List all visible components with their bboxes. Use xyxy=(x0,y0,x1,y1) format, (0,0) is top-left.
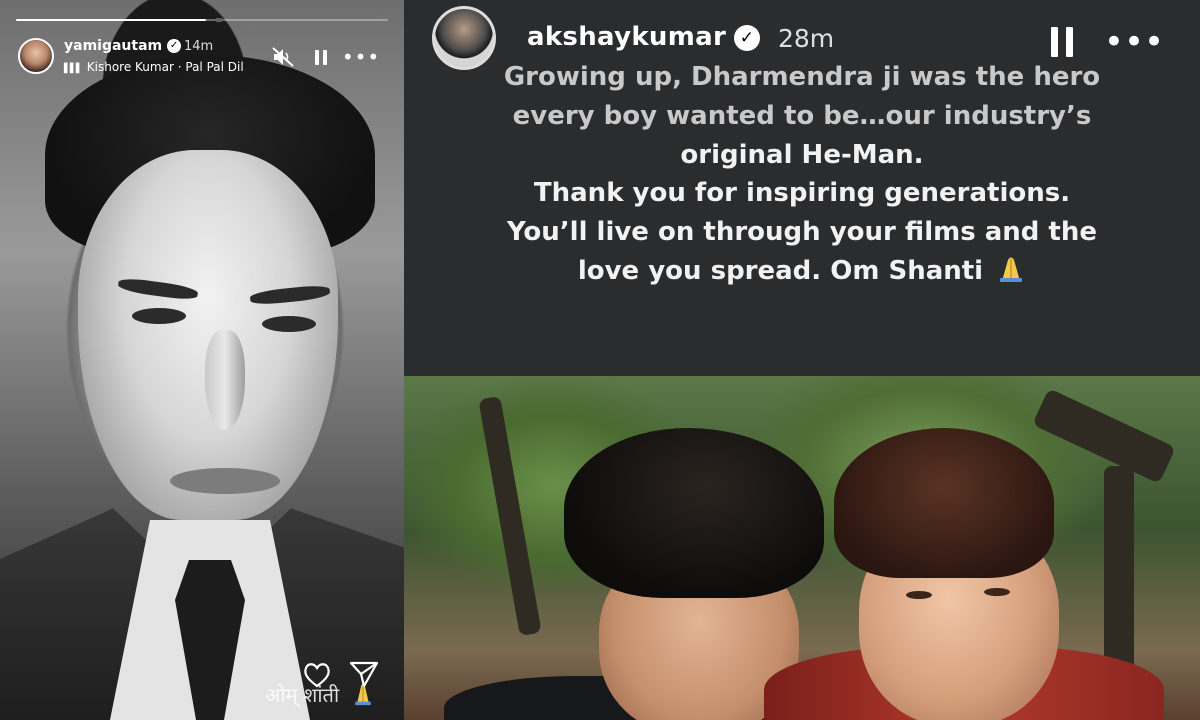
photo-nose xyxy=(205,330,245,430)
story-right[interactable]: akshaykumar ✓ 28m ••• Growing up, Dharmen… xyxy=(404,0,1200,720)
music-sticker[interactable]: ▌▌▌ Kishore Kumar · Pal Pal Dil xyxy=(64,60,244,74)
verified-badge-icon: ✓ xyxy=(167,39,182,53)
photo-eye-left xyxy=(132,308,186,324)
music-artist: Kishore Kumar xyxy=(86,60,174,74)
timestamp: 28m xyxy=(778,24,835,53)
music-bars-icon: ▌▌▌ xyxy=(64,64,83,74)
photo-tree-trunk xyxy=(478,395,542,637)
quote-line: love you spread. Om Shanti xyxy=(577,255,984,286)
username[interactable]: yamigautam ✓ xyxy=(64,38,182,54)
quote-line: every boy wanted to be…our industry’s xyxy=(512,100,1092,131)
story-photo xyxy=(404,376,1200,720)
quote-line: You’ll live on through your films and th… xyxy=(506,217,1098,248)
photo-person-a-hair xyxy=(564,428,824,598)
send-icon[interactable] xyxy=(348,658,380,690)
quote-line: Thank you for inspiring generations. xyxy=(533,178,1071,209)
pause-icon[interactable] xyxy=(310,46,332,68)
photo-mouth xyxy=(170,468,280,494)
quote-line: Growing up, Dharmendra ji was the hero xyxy=(503,62,1101,92)
story-header-left: yamigautam ✓ 14m ▌▌▌ Kishore Kumar · Pal P… xyxy=(18,36,392,80)
story-text-panel: akshaykumar ✓ 28m ••• Growing up, Dharmen… xyxy=(404,0,1200,376)
heart-icon[interactable] xyxy=(302,660,332,690)
prayer-emoji xyxy=(1000,257,1023,282)
mute-icon[interactable] xyxy=(270,44,296,70)
more-icon[interactable]: ••• xyxy=(1104,24,1164,60)
photo-portrait-face xyxy=(78,150,338,520)
pause-icon[interactable] xyxy=(1044,24,1080,60)
more-icon[interactable]: ••• xyxy=(342,44,379,70)
music-separator: · xyxy=(177,60,182,74)
quote-line: original He-Man. xyxy=(680,139,924,170)
story-quote-text: Growing up, Dharmendra ji was the hero e… xyxy=(404,58,1200,291)
username-text[interactable]: yamigautam xyxy=(64,38,162,54)
username[interactable]: akshaykumar ✓ xyxy=(527,22,761,52)
photo-person-b-hair xyxy=(834,428,1054,578)
photo-eye xyxy=(984,588,1010,596)
story-left[interactable]: yamigautam ✓ 14m ▌▌▌ Kishore Kumar · Pal P… xyxy=(0,0,404,720)
verified-badge-icon: ✓ xyxy=(734,24,761,51)
quote-line-last: love you spread. Om Shanti xyxy=(404,252,1200,291)
photo-eye xyxy=(906,591,932,599)
story-progress-fill xyxy=(16,19,206,21)
story-progress-gap xyxy=(216,18,222,22)
story-progress-bar xyxy=(16,18,388,22)
music-song: Pal Pal Dil xyxy=(185,60,244,74)
photo-eye-right xyxy=(262,316,316,332)
timestamp: 14m xyxy=(184,39,214,54)
username-text[interactable]: akshaykumar xyxy=(527,22,726,52)
avatar[interactable] xyxy=(18,38,54,74)
